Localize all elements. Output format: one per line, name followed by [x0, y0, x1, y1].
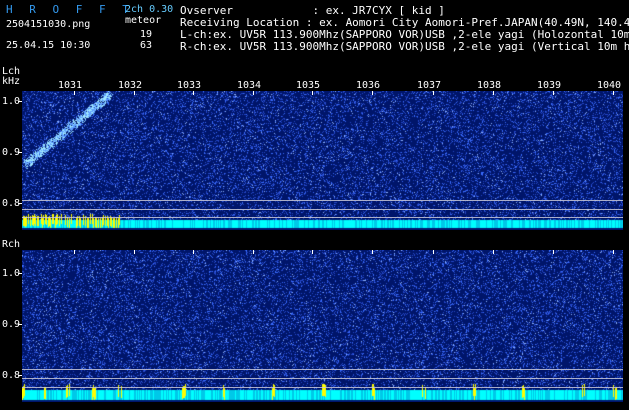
time-tick	[613, 250, 614, 254]
time-label: 1038	[477, 80, 502, 91]
observer-info: Ovserver : ex. JR7CYX [ kid ]	[180, 4, 445, 17]
time-tick	[74, 91, 75, 95]
rch-info: R-ch:ex. UV5R 113.900Mhz(SAPPORO VOR)USB…	[180, 40, 629, 53]
reference-line	[22, 369, 623, 370]
reference-line	[22, 200, 623, 201]
time-tick	[553, 250, 554, 254]
y-tick	[18, 273, 22, 274]
time-label: 1032	[118, 80, 143, 91]
time-tick	[493, 91, 494, 95]
time-tick	[134, 250, 135, 254]
timestamp: 25.04.15 10:30	[6, 40, 91, 51]
y-tick	[18, 324, 22, 325]
time-tick	[433, 250, 434, 254]
hroft-window: H R O F F T 2ch 0.30 2504151030.png mete…	[0, 0, 629, 410]
time-label: 1034	[237, 80, 262, 91]
rch-y-label: 0.9	[1, 319, 20, 330]
time-tick	[372, 91, 373, 95]
lch-y-label: 0.9	[1, 147, 20, 158]
y-tick	[18, 152, 22, 153]
time-label: 1037	[417, 80, 442, 91]
lch-spectrogram	[22, 91, 623, 230]
lch-info: L-ch:ex. UV5R 113.900Mhz(SAPPORO VOR)USB…	[180, 28, 629, 41]
time-tick	[553, 91, 554, 95]
channel-mode: 2ch 0.30	[125, 4, 174, 15]
time-tick	[74, 250, 75, 254]
time-tick	[193, 250, 194, 254]
lch-unit-label: kHz	[2, 76, 21, 87]
time-label: 1033	[177, 80, 202, 91]
time-tick	[493, 250, 494, 254]
time-tick	[433, 91, 434, 95]
rch-label: Rch	[2, 239, 21, 250]
y-tick	[18, 203, 22, 204]
lch-y-label: 0.8	[1, 198, 20, 209]
time-tick	[253, 250, 254, 254]
lch-meteor-count: 19	[140, 29, 153, 40]
reference-line	[22, 387, 623, 388]
rch-y-label: 1.0	[1, 268, 20, 279]
y-tick	[18, 101, 22, 102]
time-label: 1031	[58, 80, 83, 91]
time-tick	[312, 91, 313, 95]
meteor-label: meteor	[125, 15, 162, 26]
location-info: Receiving Location : ex. Aomori City Aom…	[180, 16, 629, 29]
time-tick	[253, 91, 254, 95]
lch-y-label: 1.0	[1, 96, 20, 107]
time-tick	[613, 91, 614, 95]
rch-meteor-count: 63	[140, 40, 153, 51]
rch-spectrogram-canvas	[22, 250, 623, 402]
rch-spectrogram	[22, 250, 623, 402]
reference-line	[22, 209, 623, 210]
time-tick	[312, 250, 313, 254]
time-label: 1039	[537, 80, 562, 91]
time-tick	[193, 91, 194, 95]
image-filename: 2504151030.png	[6, 19, 91, 30]
reference-line	[22, 217, 623, 218]
time-tick	[372, 250, 373, 254]
rch-y-label: 0.8	[1, 370, 20, 381]
time-label: 1036	[356, 80, 381, 91]
time-label: 1035	[296, 80, 321, 91]
app-title: H R O F F T	[6, 3, 134, 16]
time-tick	[134, 91, 135, 95]
reference-line	[22, 378, 623, 379]
y-tick	[18, 375, 22, 376]
time-label: 1040	[597, 80, 622, 91]
